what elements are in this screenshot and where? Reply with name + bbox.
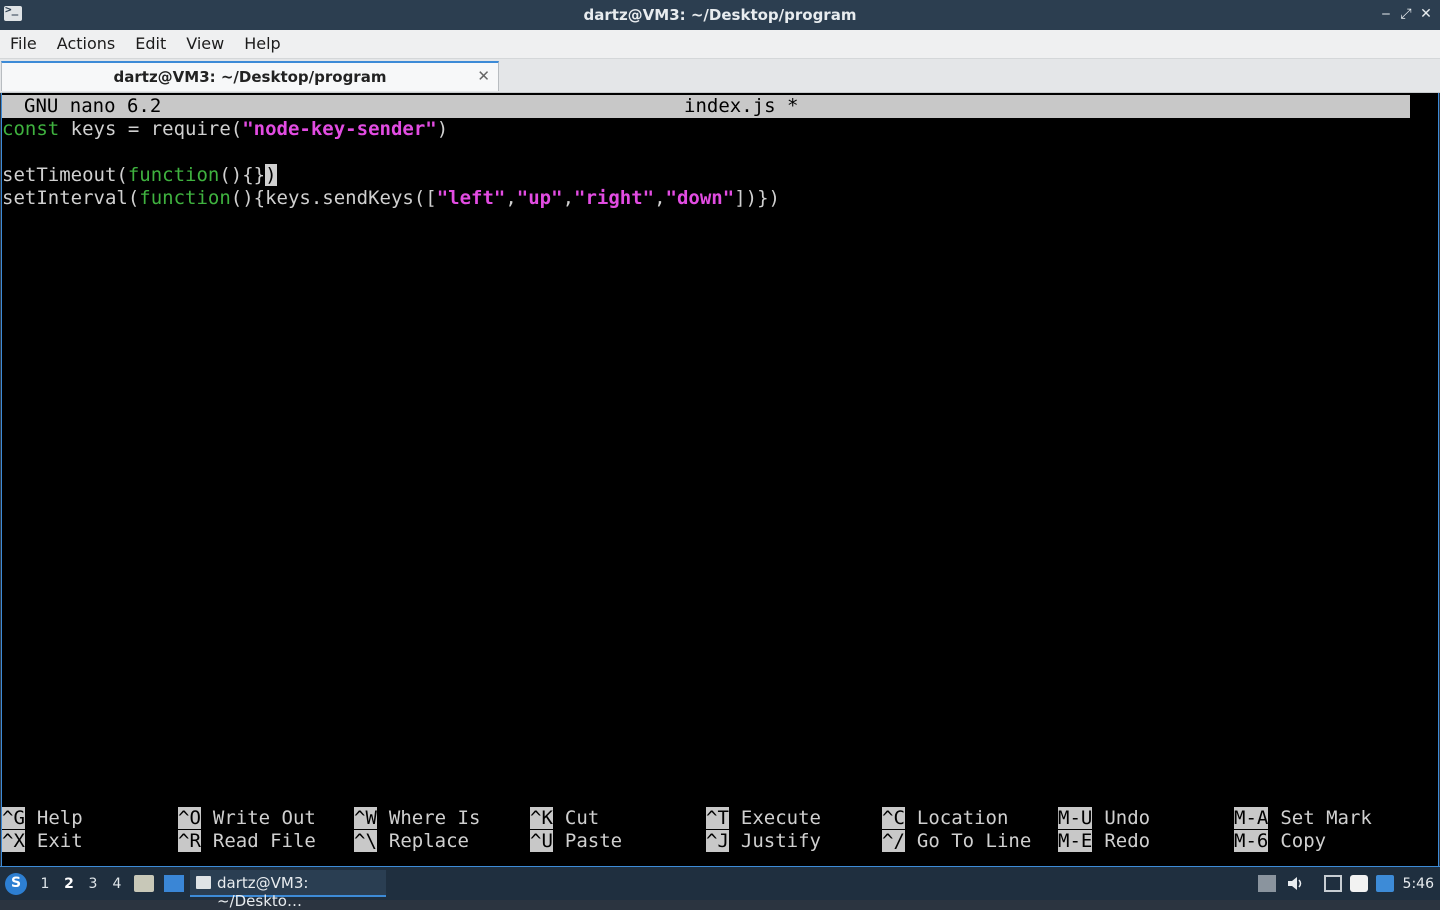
code-line-1[interactable]: const keys = require("node-key-sender") (2, 118, 448, 141)
shortcut-copy: M-6 Copy (1234, 830, 1326, 853)
shortcut-help: ^G Help (2, 807, 83, 830)
shortcut-label: Go To Line (916, 830, 1032, 852)
volume-icon[interactable] (1286, 875, 1304, 892)
tab-close-icon[interactable]: ✕ (477, 67, 490, 85)
workspace-1[interactable]: 1 (36, 876, 54, 892)
update-icon[interactable] (1376, 875, 1394, 892)
workspace-2[interactable]: 2 (60, 876, 78, 892)
nano-header-bar: GNU nano 6.2 index.js * (2, 95, 1410, 118)
shortcut-go-to-line: ^/ Go To Line (882, 830, 1031, 853)
maximize-button[interactable]: ⤢ (1396, 4, 1416, 24)
shortcut-key: ^G (2, 807, 25, 829)
shortcut-label: Read File (212, 830, 316, 852)
shortcut-where-is: ^W Where Is (354, 807, 480, 830)
nano-version: GNU nano 6.2 (24, 95, 162, 117)
code-line-4[interactable]: setInterval(function(){keys.sendKeys(["l… (2, 187, 780, 210)
shortcut-write-out: ^O Write Out (178, 807, 316, 830)
shortcut-read-file: ^R Read File (178, 830, 316, 853)
shortcut-key: ^W (354, 807, 377, 829)
shortcut-label: Help (36, 807, 83, 829)
shortcut-justify: ^J Justify (706, 830, 821, 853)
shortcut-redo: M-E Redo (1058, 830, 1150, 853)
code-line-3[interactable]: setTimeout(function(){}) (2, 164, 277, 187)
shortcut-key: M-6 (1234, 830, 1269, 852)
text-cursor: ) (265, 164, 277, 186)
menu-edit[interactable]: Edit (125, 30, 176, 58)
shortcut-label: Write Out (212, 807, 316, 829)
shortcut-key: ^U (530, 830, 553, 852)
terminal-area[interactable]: GNU nano 6.2 index.js * const keys = req… (1, 93, 1439, 866)
file-manager-icon[interactable] (134, 875, 154, 892)
shortcut-key: ^K (530, 807, 553, 829)
terminal-tab-label: dartz@VM3: ~/Desktop/program (113, 68, 387, 86)
shortcut-paste: ^U Paste (530, 830, 622, 853)
shortcut-key: ^/ (882, 830, 905, 852)
minimize-button[interactable]: ‒ (1376, 4, 1396, 24)
shortcut-set-mark: M-A Set Mark (1234, 807, 1372, 830)
shortcut-label: Copy (1280, 830, 1327, 852)
shortcut-label: Cut (564, 807, 600, 829)
terminal-task-icon (196, 876, 211, 889)
window-titlebar: dartz@VM3: ~/Desktop/program ‒ ⤢ ✕ (0, 0, 1440, 30)
shortcut-label: Redo (1104, 830, 1151, 852)
shortcut-exit: ^X Exit (2, 830, 83, 853)
shortcut-location: ^C Location (882, 807, 1008, 830)
shortcut-key: ^\ (354, 830, 377, 852)
shortcut-key: ^J (706, 830, 729, 852)
shortcut-label: Exit (36, 830, 83, 852)
shortcut-label: Undo (1104, 807, 1151, 829)
start-menu-icon[interactable] (5, 873, 27, 895)
menu-help[interactable]: Help (234, 30, 290, 58)
shortcut-label: Paste (564, 830, 623, 852)
menu-bar: File Actions Edit View Help (0, 30, 1440, 59)
terminal-tab[interactable]: dartz@VM3: ~/Desktop/program ✕ (1, 61, 499, 91)
nano-filename: index.js * (684, 95, 799, 117)
shortcut-label: Execute (740, 807, 821, 829)
shortcut-key: ^C (882, 807, 905, 829)
shortcut-key: ^T (706, 807, 729, 829)
shortcut-key: ^R (178, 830, 201, 852)
workspace-4[interactable]: 4 (108, 876, 126, 892)
shortcut-key: M-U (1058, 807, 1093, 829)
clipboard-icon[interactable] (1350, 875, 1368, 892)
show-desktop-icon[interactable] (164, 875, 184, 892)
shortcut-key: ^X (2, 830, 25, 852)
menu-view[interactable]: View (176, 30, 234, 58)
taskbar-terminal-button[interactable]: dartz@VM3: ~/Deskto… (190, 870, 386, 910)
window-title: dartz@VM3: ~/Desktop/program (583, 6, 857, 24)
shortcut-label: Where Is (388, 807, 481, 829)
network-icon[interactable] (1258, 875, 1276, 892)
shortcut-label: Replace (388, 830, 469, 852)
menu-file[interactable]: File (0, 30, 47, 58)
workspace-3[interactable]: 3 (84, 876, 102, 892)
clock: 5:46 (1402, 876, 1434, 892)
shortcut-label: Set Mark (1280, 807, 1372, 829)
shortcut-execute: ^T Execute (706, 807, 821, 830)
shortcut-replace: ^\ Replace (354, 830, 469, 853)
close-button[interactable]: ✕ (1416, 4, 1436, 24)
monitor-icon[interactable] (1324, 875, 1342, 892)
shortcut-cut: ^K Cut (530, 807, 599, 830)
shortcut-key: ^O (178, 807, 201, 829)
menu-actions[interactable]: Actions (47, 30, 125, 58)
shortcut-undo: M-U Undo (1058, 807, 1150, 830)
tab-bar: dartz@VM3: ~/Desktop/program ✕ (0, 59, 1440, 93)
shortcut-label: Justify (740, 830, 821, 852)
shortcut-label: Location (916, 807, 1009, 829)
shortcut-key: M-A (1234, 807, 1269, 829)
shortcut-key: M-E (1058, 830, 1093, 852)
taskbar-terminal-label: dartz@VM3: ~/Deskto… (217, 874, 309, 910)
taskbar: 1 2 3 4 dartz@VM3: ~/Deskto… 5:46 (0, 866, 1440, 910)
